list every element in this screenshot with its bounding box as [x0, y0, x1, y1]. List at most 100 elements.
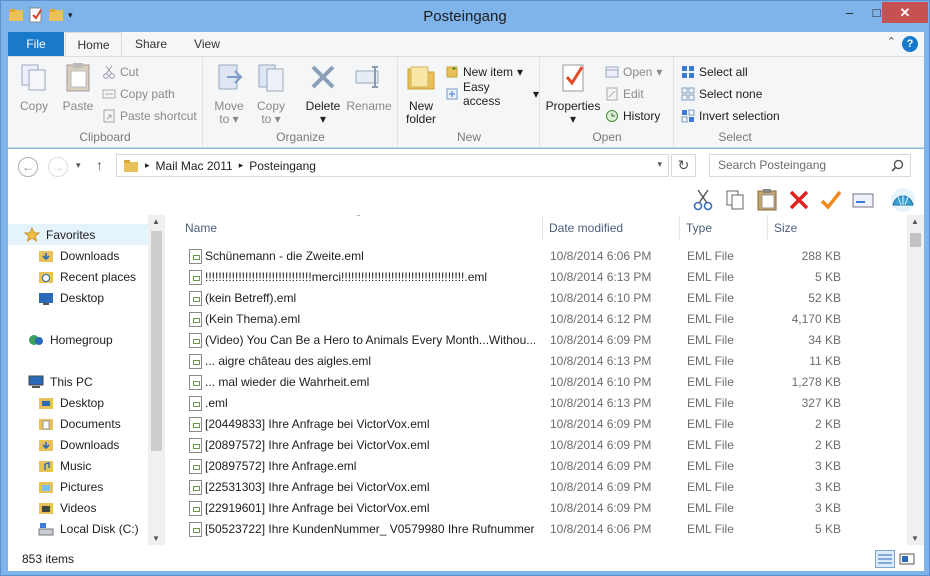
nav-scrollbar-thumb[interactable] [151, 231, 162, 451]
open-icon [605, 66, 619, 78]
nav-pc-desktop[interactable]: Desktop [8, 392, 104, 413]
nav-pc-downloads[interactable]: Downloads [8, 434, 119, 455]
table-row[interactable]: .eml 10/8/2014 6:13 PM EML File 327 KB [165, 393, 907, 414]
column-type[interactable]: Type [680, 215, 768, 241]
paste-button[interactable]: Paste [58, 61, 98, 113]
table-row[interactable]: (kein Betreff).eml 10/8/2014 6:10 PM EML F… [165, 288, 907, 309]
table-row[interactable]: !!!!!!!!!!!!!!!!!!!!!!!!!!!!!!!!merci!!!… [165, 267, 907, 288]
copy-path-button[interactable]: Copy path [102, 85, 175, 103]
table-row[interactable]: ... mal wieder die Wahrheit.eml 10/8/2014… [165, 372, 907, 393]
new-folder-button[interactable]: New folder [403, 61, 439, 126]
table-row[interactable]: [20897572] Ihre Anfrage.eml 10/8/2014 6:0… [165, 456, 907, 477]
nav-local-disk-c[interactable]: Local Disk (C:) [8, 518, 139, 539]
scroll-down-icon[interactable]: ▼ [152, 534, 160, 543]
breadcrumb-separator-icon[interactable]: ▸ [145, 160, 150, 171]
shell-icon[interactable] [890, 187, 916, 213]
file-type: EML File [687, 459, 734, 473]
details-view-button[interactable] [875, 550, 895, 568]
nav-music[interactable]: Music [8, 455, 91, 476]
scroll-down-icon[interactable]: ▼ [911, 534, 919, 543]
table-row[interactable]: ... aigre château des aigles.eml 10/8/201… [165, 351, 907, 372]
file-size: 327 KB [801, 396, 841, 410]
file-name: ... aigre château des aigles.eml [205, 354, 372, 368]
file-list-scrollbar-thumb[interactable] [910, 233, 921, 247]
easy-access-dropdown-icon: ▾ [532, 87, 539, 101]
select-none-button[interactable]: Select none [681, 85, 762, 103]
table-row[interactable]: (Kein Thema).eml 10/8/2014 6:12 PM EML Fil… [165, 309, 907, 330]
refresh-button[interactable]: ↻ [671, 154, 696, 177]
nav-this-pc-label: This PC [50, 374, 93, 389]
nav-documents[interactable]: Documents [8, 413, 121, 434]
nav-desktop[interactable]: Desktop [8, 287, 104, 308]
move-to-button[interactable]: Move to ▾ [210, 61, 248, 126]
paste-icon[interactable] [755, 188, 779, 212]
tab-view[interactable]: View [184, 32, 230, 56]
table-row[interactable]: (Video) You Can Be a Hero to Animals Eve… [165, 330, 907, 351]
properties-dropdown-icon[interactable]: ▾ [545, 113, 601, 126]
nav-pictures[interactable]: Pictures [8, 476, 103, 497]
new-item-button[interactable]: New item ▾ [445, 63, 523, 81]
edit-button[interactable]: Edit [605, 85, 644, 103]
breadcrumb-mail-mac-2011[interactable]: Mail Mac 2011 [156, 159, 233, 173]
table-row[interactable]: Schünemann - die Zweite.eml 10/8/2014 6:0… [165, 246, 907, 267]
copy-button[interactable]: Copy [14, 61, 54, 113]
select-all-button[interactable]: Select all [681, 63, 748, 81]
rename-button[interactable]: Rename [346, 61, 392, 113]
file-name: [22531303] Ihre Anfrage bei VictorVox.em… [205, 480, 430, 494]
easy-access-button[interactable]: Easy access ▾ [445, 80, 539, 108]
table-row[interactable]: [22919601] Ihre Anfrage bei VictorVox.em… [165, 498, 907, 519]
delete-button[interactable]: Delete ▾ [302, 61, 344, 126]
open-label: Open [623, 65, 653, 79]
scroll-up-icon[interactable]: ▲ [152, 217, 160, 226]
recent-locations-icon[interactable]: ▾ [76, 160, 81, 171]
nav-scrollbar[interactable]: ▲ ▼ [148, 215, 165, 545]
large-icons-view-button[interactable] [897, 550, 917, 568]
table-row[interactable]: [20897572] Ihre Anfrage bei VictorVox.em… [165, 435, 907, 456]
properties-button[interactable]: Properties ▾ [545, 61, 601, 126]
open-button[interactable]: Open ▾ [605, 63, 662, 81]
nav-downloads[interactable]: Downloads [8, 245, 119, 266]
file-list-scrollbar[interactable]: ▲ ▼ [907, 215, 924, 545]
up-button[interactable]: ↑ [96, 157, 103, 173]
search-input[interactable]: Search Posteingang [709, 154, 911, 177]
breadcrumb-separator-icon[interactable]: ▸ [239, 160, 244, 171]
ribbon-expand-icon[interactable]: ⌃ [887, 35, 896, 48]
cut-button[interactable]: Cut [102, 63, 139, 81]
back-button[interactable]: ← [18, 157, 38, 177]
column-date-modified[interactable]: Date modified [543, 215, 680, 241]
nav-this-pc[interactable]: This PC [8, 371, 93, 392]
delete-icon[interactable] [787, 188, 811, 212]
minimize-button[interactable]: – [836, 2, 863, 23]
forward-button[interactable]: → [48, 157, 68, 177]
scissors-icon[interactable] [691, 188, 715, 212]
delete-dropdown-icon[interactable]: ▾ [302, 113, 344, 126]
invert-selection-button[interactable]: Invert selection [681, 107, 780, 125]
column-size[interactable]: Size [768, 215, 848, 241]
file-date: 10/8/2014 6:10 PM [550, 375, 652, 389]
tab-share[interactable]: Share [128, 32, 174, 56]
table-row[interactable]: [20449833] Ihre Anfrage bei VictorVox.em… [165, 414, 907, 435]
address-bar[interactable]: ▸ Mail Mac 2011 ▸ Posteingang ▾ [116, 154, 669, 177]
copy-icon[interactable] [723, 188, 747, 212]
tab-file[interactable]: File [8, 32, 64, 56]
checkmark-icon[interactable] [819, 188, 843, 212]
help-icon[interactable]: ? [902, 36, 918, 52]
breadcrumb-posteingang[interactable]: Posteingang [249, 159, 316, 173]
nav-recent-places[interactable]: Recent places [8, 266, 136, 287]
nav-videos[interactable]: Videos [8, 497, 96, 518]
table-row[interactable]: [22531303] Ihre Anfrage bei VictorVox.em… [165, 477, 907, 498]
table-row[interactable]: [50523722] Ihre KundenNummer_ V0579980 I… [165, 519, 907, 540]
tab-home[interactable]: Home [65, 32, 122, 57]
scroll-up-icon[interactable]: ▲ [911, 217, 919, 226]
nav-documents-label: Documents [60, 416, 121, 431]
paste-shortcut-button[interactable]: Paste shortcut [102, 107, 197, 125]
address-dropdown-icon[interactable]: ▾ [657, 159, 662, 170]
history-button[interactable]: History [605, 107, 660, 125]
organize-group-label: Organize [276, 130, 325, 144]
copy-to-button[interactable]: Copy to ▾ [252, 61, 290, 126]
copy-label: Copy [19, 99, 48, 113]
close-button[interactable]: ✕ [882, 2, 928, 23]
nav-favorites[interactable]: Favorites [8, 224, 148, 245]
card-icon[interactable] [851, 188, 875, 212]
nav-homegroup[interactable]: Homegroup [8, 329, 113, 350]
